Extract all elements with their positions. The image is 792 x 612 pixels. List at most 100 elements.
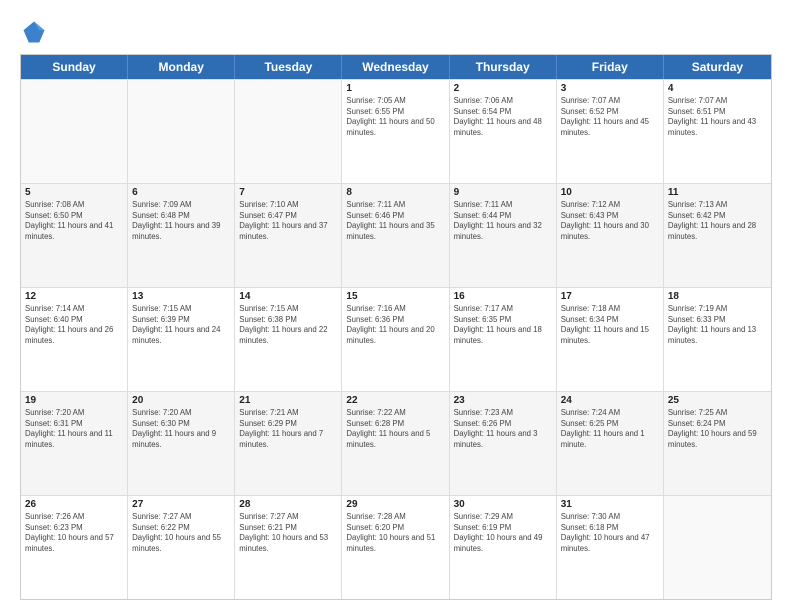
day-info: Sunrise: 7:23 AM Sunset: 6:26 PM Dayligh… [454, 408, 552, 450]
calendar-day-12: 12 Sunrise: 7:14 AM Sunset: 6:40 PM Dayli… [21, 288, 128, 391]
calendar-day-24: 24 Sunrise: 7:24 AM Sunset: 6:25 PM Dayli… [557, 392, 664, 495]
day-number: 25 [668, 395, 767, 406]
day-number: 24 [561, 395, 659, 406]
calendar-day-4: 4 Sunrise: 7:07 AM Sunset: 6:51 PM Daylig… [664, 80, 771, 183]
calendar-week-2: 5Sunrise: 7:08 AM Sunset: 6:50 PM Daylig… [21, 183, 771, 287]
day-info: Sunrise: 7:06 AM Sunset: 6:54 PM Dayligh… [454, 96, 552, 138]
calendar-day-empty [664, 496, 771, 599]
day-number: 29 [346, 499, 444, 510]
calendar-day-2: 2 Sunrise: 7:06 AM Sunset: 6:54 PM Daylig… [450, 80, 557, 183]
calendar-day-18: 18 Sunrise: 7:19 AM Sunset: 6:33 PM Dayli… [664, 288, 771, 391]
calendar-week-1: 1 Sunrise: 7:05 AM Sunset: 6:55 PM Daylig… [21, 79, 771, 183]
calendar-day-6: 6Sunrise: 7:09 AM Sunset: 6:48 PM Daylig… [128, 184, 235, 287]
day-number: 18 [668, 291, 767, 302]
day-info: Sunrise: 7:29 AM Sunset: 6:19 PM Dayligh… [454, 512, 552, 554]
day-info: Sunrise: 7:09 AM Sunset: 6:48 PM Dayligh… [132, 200, 230, 242]
day-info: Sunrise: 7:15 AM Sunset: 6:39 PM Dayligh… [132, 304, 230, 346]
calendar-day-29: 29 Sunrise: 7:28 AM Sunset: 6:20 PM Dayli… [342, 496, 449, 599]
day-number: 8 [346, 187, 444, 198]
day-info: Sunrise: 7:18 AM Sunset: 6:34 PM Dayligh… [561, 304, 659, 346]
day-number: 27 [132, 499, 230, 510]
day-header-monday: Monday [128, 55, 235, 79]
day-info: Sunrise: 7:17 AM Sunset: 6:35 PM Dayligh… [454, 304, 552, 346]
calendar-header: SundayMondayTuesdayWednesdayThursdayFrid… [21, 55, 771, 79]
calendar-week-3: 12 Sunrise: 7:14 AM Sunset: 6:40 PM Dayli… [21, 287, 771, 391]
day-info: Sunrise: 7:22 AM Sunset: 6:28 PM Dayligh… [346, 408, 444, 450]
calendar-day-20: 20Sunrise: 7:20 AM Sunset: 6:30 PM Dayli… [128, 392, 235, 495]
calendar-day-9: 9 Sunrise: 7:11 AM Sunset: 6:44 PM Daylig… [450, 184, 557, 287]
calendar-day-11: 11Sunrise: 7:13 AM Sunset: 6:42 PM Dayli… [664, 184, 771, 287]
day-number: 14 [239, 291, 337, 302]
day-info: Sunrise: 7:16 AM Sunset: 6:36 PM Dayligh… [346, 304, 444, 346]
header [20, 18, 772, 46]
calendar-day-empty [235, 80, 342, 183]
day-info: Sunrise: 7:15 AM Sunset: 6:38 PM Dayligh… [239, 304, 337, 346]
day-info: Sunrise: 7:20 AM Sunset: 6:31 PM Dayligh… [25, 408, 123, 450]
day-number: 26 [25, 499, 123, 510]
calendar-day-17: 17 Sunrise: 7:18 AM Sunset: 6:34 PM Dayli… [557, 288, 664, 391]
calendar-day-21: 21Sunrise: 7:21 AM Sunset: 6:29 PM Dayli… [235, 392, 342, 495]
calendar: SundayMondayTuesdayWednesdayThursdayFrid… [20, 54, 772, 600]
calendar-day-8: 8 Sunrise: 7:11 AM Sunset: 6:46 PM Daylig… [342, 184, 449, 287]
logo-icon [20, 18, 48, 46]
calendar-day-10: 10Sunrise: 7:12 AM Sunset: 6:43 PM Dayli… [557, 184, 664, 287]
day-info: Sunrise: 7:24 AM Sunset: 6:25 PM Dayligh… [561, 408, 659, 450]
day-header-sunday: Sunday [21, 55, 128, 79]
day-number: 1 [346, 83, 444, 94]
day-number: 30 [454, 499, 552, 510]
day-number: 16 [454, 291, 552, 302]
day-header-tuesday: Tuesday [235, 55, 342, 79]
day-info: Sunrise: 7:21 AM Sunset: 6:29 PM Dayligh… [239, 408, 337, 450]
calendar-day-empty [21, 80, 128, 183]
page: SundayMondayTuesdayWednesdayThursdayFrid… [0, 0, 792, 612]
calendar-day-16: 16 Sunrise: 7:17 AM Sunset: 6:35 PM Dayli… [450, 288, 557, 391]
calendar-day-22: 22 Sunrise: 7:22 AM Sunset: 6:28 PM Dayli… [342, 392, 449, 495]
day-header-thursday: Thursday [450, 55, 557, 79]
day-number: 4 [668, 83, 767, 94]
calendar-day-19: 19 Sunrise: 7:20 AM Sunset: 6:31 PM Dayli… [21, 392, 128, 495]
day-info: Sunrise: 7:05 AM Sunset: 6:55 PM Dayligh… [346, 96, 444, 138]
calendar-day-empty [128, 80, 235, 183]
day-number: 9 [454, 187, 552, 198]
day-number: 5 [25, 187, 123, 198]
day-header-saturday: Saturday [664, 55, 771, 79]
day-info: Sunrise: 7:20 AM Sunset: 6:30 PM Dayligh… [132, 408, 230, 450]
calendar-day-14: 14 Sunrise: 7:15 AM Sunset: 6:38 PM Dayli… [235, 288, 342, 391]
day-info: Sunrise: 7:07 AM Sunset: 6:52 PM Dayligh… [561, 96, 659, 138]
day-info: Sunrise: 7:14 AM Sunset: 6:40 PM Dayligh… [25, 304, 123, 346]
day-number: 22 [346, 395, 444, 406]
day-info: Sunrise: 7:11 AM Sunset: 6:46 PM Dayligh… [346, 200, 444, 242]
day-header-wednesday: Wednesday [342, 55, 449, 79]
day-info: Sunrise: 7:07 AM Sunset: 6:51 PM Dayligh… [668, 96, 767, 138]
day-info: Sunrise: 7:26 AM Sunset: 6:23 PM Dayligh… [25, 512, 123, 554]
calendar-day-7: 7 Sunrise: 7:10 AM Sunset: 6:47 PM Daylig… [235, 184, 342, 287]
calendar-day-5: 5Sunrise: 7:08 AM Sunset: 6:50 PM Daylig… [21, 184, 128, 287]
calendar-day-28: 28Sunrise: 7:27 AM Sunset: 6:21 PM Dayli… [235, 496, 342, 599]
logo [20, 18, 52, 46]
day-number: 15 [346, 291, 444, 302]
day-info: Sunrise: 7:11 AM Sunset: 6:44 PM Dayligh… [454, 200, 552, 242]
calendar-week-4: 19 Sunrise: 7:20 AM Sunset: 6:31 PM Dayli… [21, 391, 771, 495]
day-header-friday: Friday [557, 55, 664, 79]
day-info: Sunrise: 7:27 AM Sunset: 6:22 PM Dayligh… [132, 512, 230, 554]
day-number: 11 [668, 187, 767, 198]
day-number: 12 [25, 291, 123, 302]
day-info: Sunrise: 7:28 AM Sunset: 6:20 PM Dayligh… [346, 512, 444, 554]
day-info: Sunrise: 7:25 AM Sunset: 6:24 PM Dayligh… [668, 408, 767, 450]
day-info: Sunrise: 7:12 AM Sunset: 6:43 PM Dayligh… [561, 200, 659, 242]
day-number: 28 [239, 499, 337, 510]
day-number: 19 [25, 395, 123, 406]
calendar-day-15: 15 Sunrise: 7:16 AM Sunset: 6:36 PM Dayli… [342, 288, 449, 391]
calendar-day-13: 13Sunrise: 7:15 AM Sunset: 6:39 PM Dayli… [128, 288, 235, 391]
calendar-day-31: 31Sunrise: 7:30 AM Sunset: 6:18 PM Dayli… [557, 496, 664, 599]
day-number: 7 [239, 187, 337, 198]
calendar-day-27: 27 Sunrise: 7:27 AM Sunset: 6:22 PM Dayli… [128, 496, 235, 599]
day-info: Sunrise: 7:10 AM Sunset: 6:47 PM Dayligh… [239, 200, 337, 242]
day-number: 17 [561, 291, 659, 302]
day-info: Sunrise: 7:19 AM Sunset: 6:33 PM Dayligh… [668, 304, 767, 346]
calendar-day-30: 30 Sunrise: 7:29 AM Sunset: 6:19 PM Dayli… [450, 496, 557, 599]
calendar-day-23: 23Sunrise: 7:23 AM Sunset: 6:26 PM Dayli… [450, 392, 557, 495]
calendar-week-5: 26 Sunrise: 7:26 AM Sunset: 6:23 PM Dayli… [21, 495, 771, 599]
day-number: 2 [454, 83, 552, 94]
day-info: Sunrise: 7:30 AM Sunset: 6:18 PM Dayligh… [561, 512, 659, 554]
